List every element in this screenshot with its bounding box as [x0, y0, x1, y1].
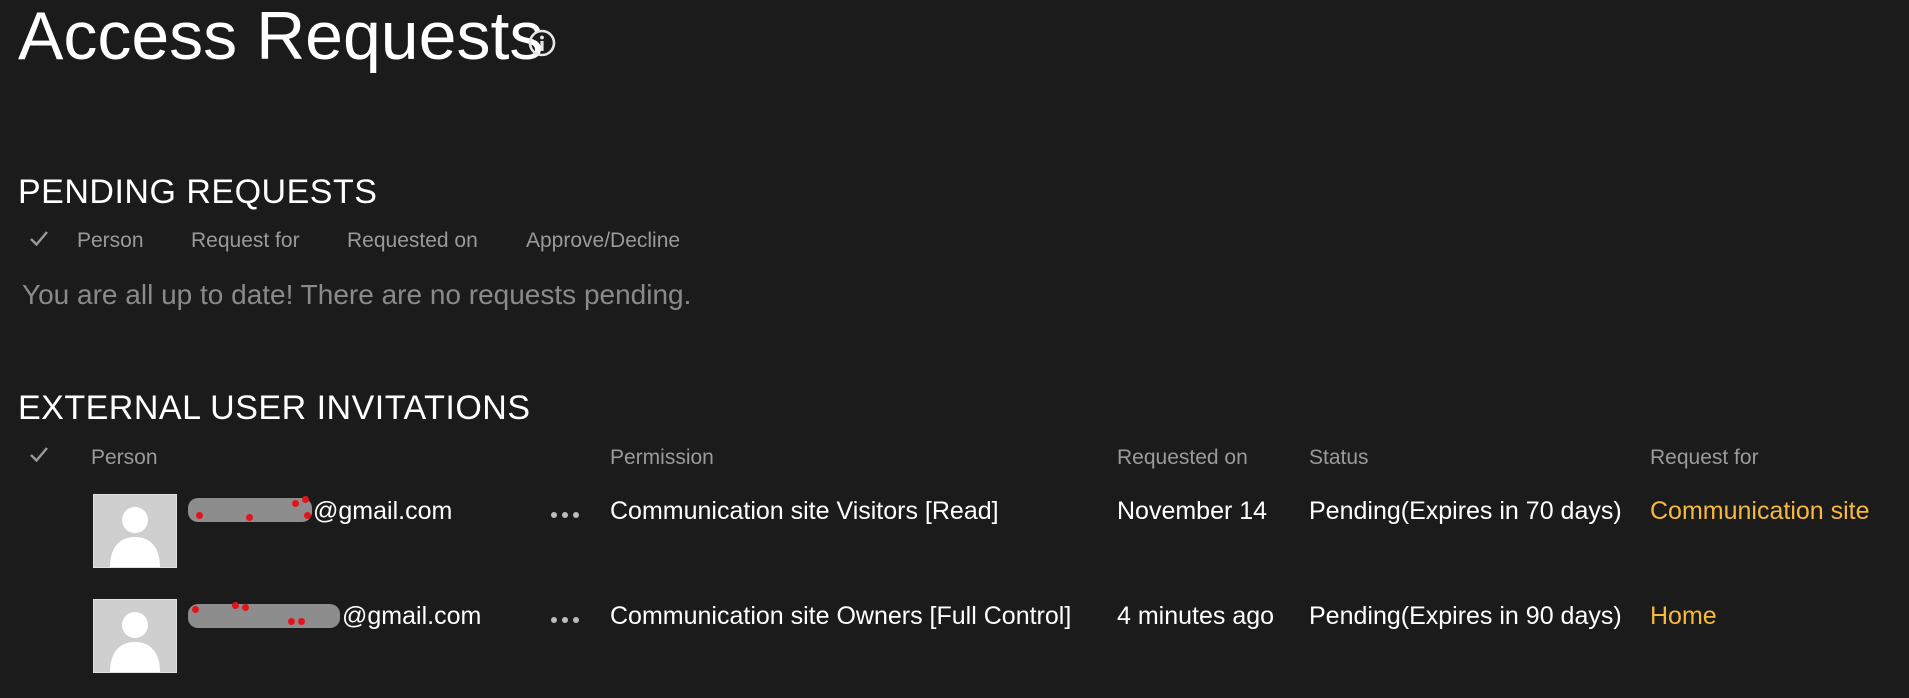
- redacted-name: [188, 602, 340, 628]
- email-suffix: @gmail.com: [342, 602, 482, 630]
- external-col-person[interactable]: Person: [91, 445, 158, 471]
- external-invitations-title: EXTERNAL USER INVITATIONS: [18, 389, 531, 427]
- empty-state-message: You are all up to date! There are no req…: [22, 279, 692, 310]
- access-requests-page: Access Requests PENDING REQUESTS Person …: [0, 0, 1909, 698]
- request-for-link[interactable]: Home: [1650, 601, 1717, 631]
- pending-col-request-for[interactable]: Request for: [191, 228, 300, 254]
- pending-requests-title: PENDING REQUESTS: [18, 173, 378, 211]
- page-title: Access Requests: [18, 0, 544, 74]
- person-placeholder-icon: [94, 495, 176, 567]
- external-col-status[interactable]: Status: [1309, 445, 1369, 471]
- pending-col-person[interactable]: Person: [77, 228, 144, 254]
- external-col-requested-on[interactable]: Requested on: [1117, 445, 1248, 471]
- requested-on-cell: 4 minutes ago: [1117, 602, 1275, 630]
- redacted-name: [188, 496, 312, 522]
- pending-col-approve-decline[interactable]: Approve/Decline: [526, 228, 680, 254]
- checkmark-icon[interactable]: [28, 228, 50, 250]
- checkmark-icon[interactable]: [28, 444, 50, 466]
- avatar: [93, 494, 177, 568]
- request-for-link[interactable]: Communication site: [1650, 496, 1870, 526]
- external-col-permission[interactable]: Permission: [610, 445, 714, 471]
- status-cell: Pending(Expires in 90 days): [1309, 602, 1622, 630]
- ellipsis-icon[interactable]: [550, 508, 580, 522]
- email-suffix: @gmail.com: [313, 497, 453, 525]
- status-cell: Pending(Expires in 70 days): [1309, 497, 1622, 525]
- ellipsis-icon[interactable]: [550, 613, 580, 627]
- permission-cell: Communication site Visitors [Read]: [610, 497, 999, 525]
- person-placeholder-icon: [94, 600, 176, 672]
- permission-cell: Communication site Owners [Full Control]: [610, 602, 1072, 630]
- requested-on-cell: November 14: [1117, 497, 1268, 525]
- info-circle-icon[interactable]: [527, 28, 557, 58]
- avatar: [93, 599, 177, 673]
- pending-col-requested-on[interactable]: Requested on: [347, 228, 478, 254]
- external-col-request-for[interactable]: Request for: [1650, 445, 1759, 471]
